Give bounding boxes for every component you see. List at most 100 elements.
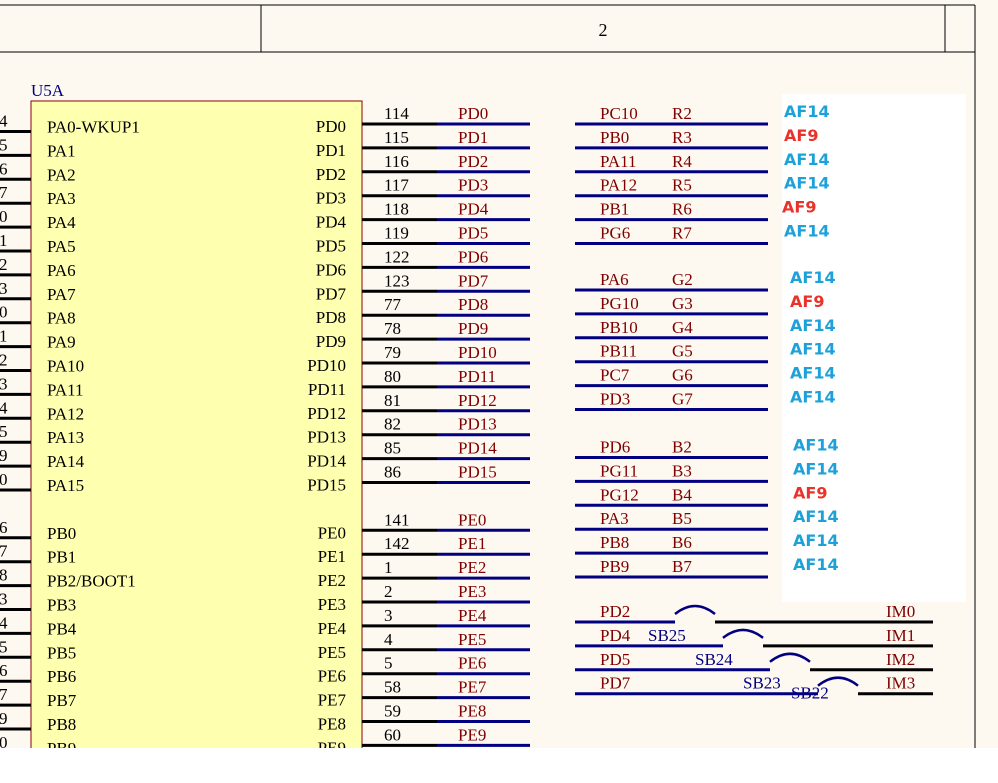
net-label: PE1 [458,534,486,553]
net-label: PD2 [458,152,488,171]
right-pin-name: PE7 [318,691,347,710]
lcd-signal-label: R5 [672,176,692,195]
right-pin-number: 4 [384,630,393,649]
lcd-signal-label: G7 [672,390,693,409]
net-label: PD10 [458,343,497,362]
right-pin-name: PE4 [318,619,347,638]
lcd-signal-label: R4 [672,152,692,171]
right-pin-name: PD14 [307,452,346,471]
alternate-function-label: AF14 [793,531,839,550]
left-pin-name: PA11 [47,380,84,399]
left-pin-number: 7 [0,685,8,704]
left-pin-name: PB4 [47,619,77,638]
net-label: PE3 [458,582,486,601]
left-pin-number: 2 [0,351,8,370]
left-pin-number: 5 [0,135,8,154]
right-pin-number: 117 [384,176,409,195]
interface-mode-label: IM3 [886,674,915,693]
right-pin-number: 142 [384,534,410,553]
alternate-function-label: AF14 [793,436,839,455]
net-label: PD6 [458,247,488,266]
net-label: PE0 [458,510,486,529]
right-pin-name: PE0 [318,523,346,542]
net-label: PD8 [458,295,488,314]
right-pin-number: 82 [384,415,401,434]
left-pin-number: 7 [0,183,8,202]
net-label: PE8 [458,702,486,721]
right-pin-number: 114 [384,104,409,123]
alternate-function-label: AF14 [790,388,836,407]
interface-mode-label: IM1 [886,626,915,645]
lcd-net-label: PC7 [600,366,630,385]
right-pin-number: 77 [384,295,402,314]
right-pin-name: PD1 [316,141,346,160]
lcd-signal-label: G2 [672,270,693,289]
right-pin-number: 81 [384,391,401,410]
right-pin-number: 122 [384,247,410,266]
left-pin-name: PB6 [47,667,76,686]
net-label: PE5 [458,630,486,649]
left-pin-name: PA4 [47,213,76,232]
lcd-net-label: PG11 [600,461,638,480]
lcd-net-label: PD6 [600,438,630,457]
lcd-net-label: PA6 [600,270,629,289]
right-pin-number: 141 [384,510,410,529]
left-pin-number: 0 [0,470,8,489]
left-pin-number: 4 [0,398,8,417]
mode-net-label: PD4 [600,626,631,645]
left-pin-name: PA12 [47,404,84,423]
lcd-net-label: PB10 [600,318,638,337]
net-label: PD3 [458,176,488,195]
right-pin-name: PE3 [318,595,346,614]
left-pin-number: 6 [0,159,8,178]
lcd-signal-label: G3 [672,294,693,313]
component-designator: U5A [31,81,65,100]
lcd-net-label: PG6 [600,224,630,243]
lcd-signal-label: R2 [672,104,692,123]
right-pin-number: 80 [384,367,401,386]
right-pin-number: 119 [384,224,409,243]
left-pin-name: PA6 [47,261,76,280]
lcd-net-label: PA12 [600,176,637,195]
left-pin-number: 1 [0,231,8,250]
alternate-function-label: AF9 [793,483,827,502]
alternate-function-label: AF14 [784,174,830,193]
right-pin-number: 58 [384,678,401,697]
right-pin-name: PD8 [316,308,346,327]
right-pin-name: PE1 [318,547,346,566]
left-pin-name: PB0 [47,524,76,543]
right-pin-name: PD10 [307,356,346,375]
alternate-function-label: AF14 [784,150,830,169]
right-pin-number: 123 [384,271,410,290]
left-pin-name: PA13 [47,428,84,447]
left-pin-name: PB8 [47,715,76,734]
lcd-signal-label: R7 [672,224,692,243]
right-pin-number: 118 [384,200,409,219]
right-pin-name: PD11 [308,380,346,399]
right-pin-name: PE6 [318,667,346,686]
right-pin-number: 2 [384,582,393,601]
lcd-signal-label: B2 [672,438,692,457]
left-pin-name: PB1 [47,548,76,567]
left-pin-number: 7 [0,542,8,561]
right-pin-name: PD4 [316,213,347,232]
lcd-signal-label: B6 [672,533,692,552]
right-pin-number: 78 [384,319,401,338]
left-pin-name: PA5 [47,237,76,256]
net-label: PD7 [458,271,489,290]
net-label: PE4 [458,606,487,625]
net-label: PD11 [458,367,496,386]
left-pin-name: PA1 [47,141,76,160]
left-pin-name: PB3 [47,596,76,615]
left-pin-number: 4 [0,613,8,632]
lcd-signal-label: B3 [672,461,692,480]
left-pin-name: PB7 [47,691,77,710]
mode-net-label: PD2 [600,602,630,621]
lcd-net-label: PD3 [600,390,630,409]
alternate-function-label: AF9 [782,198,816,217]
alternate-function-label: AF14 [784,102,830,121]
lcd-net-label: PA11 [600,152,637,171]
left-pin-name: PB5 [47,643,76,662]
lcd-signal-label: G6 [672,366,693,385]
left-pin-name: PA14 [47,452,85,471]
